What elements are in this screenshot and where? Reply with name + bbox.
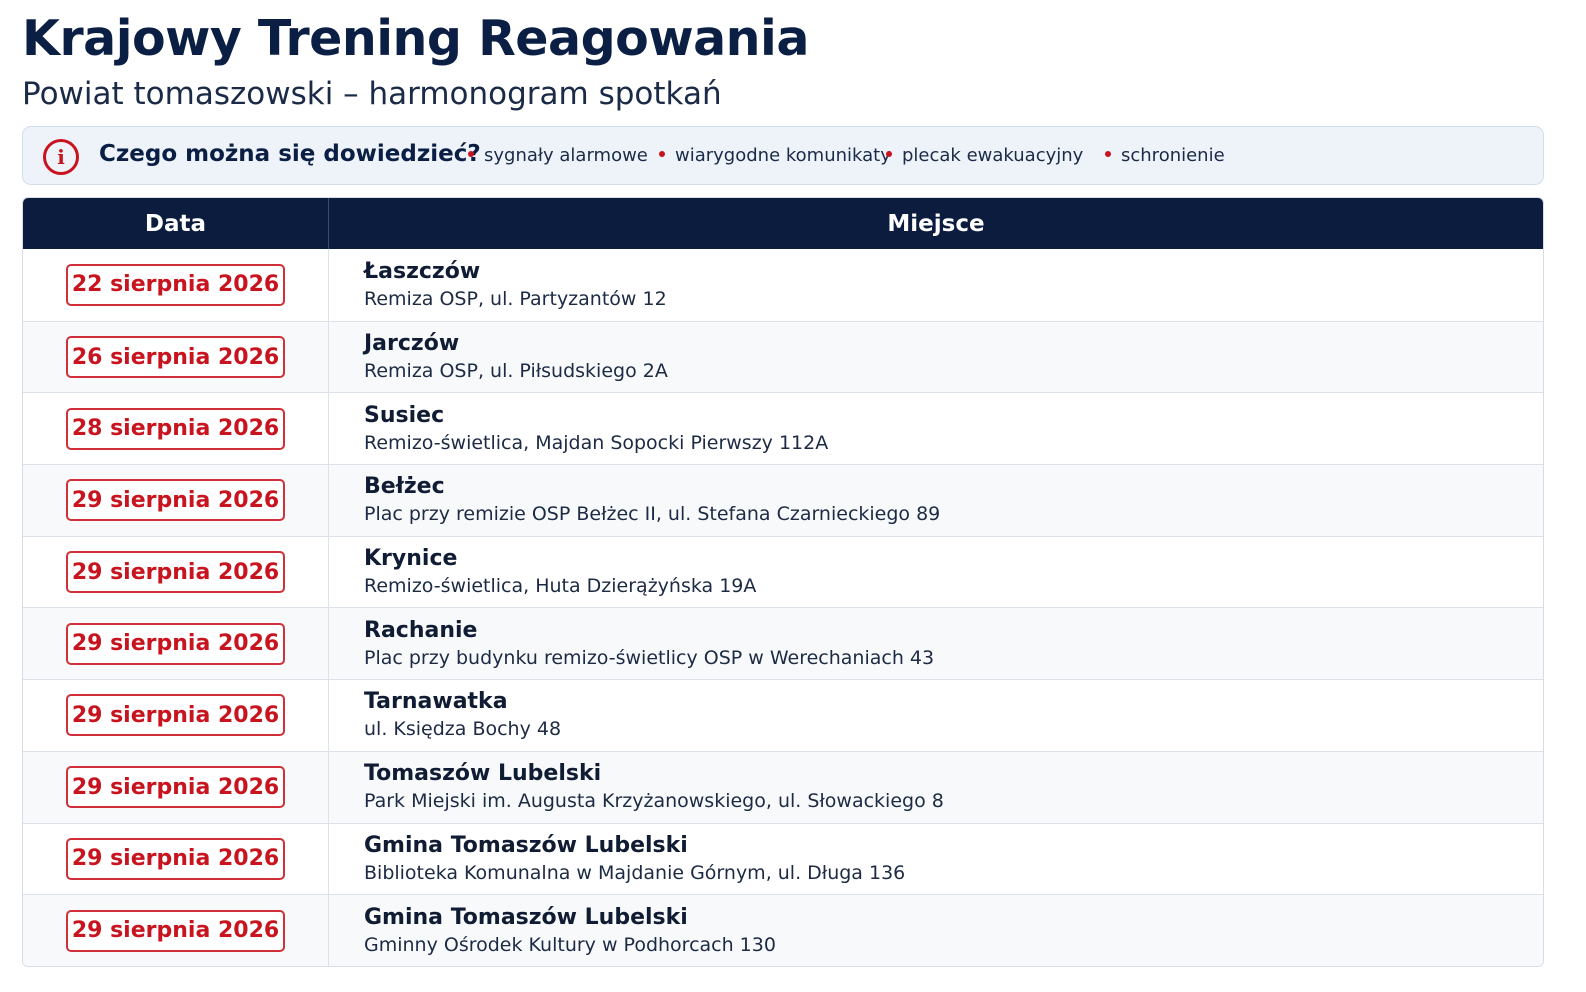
date-badge: 29 sierpnia 2026 <box>66 837 285 880</box>
place-name: Tomaszów Lubelski <box>364 761 602 787</box>
place-address: Remizo-świetlica, Huta Dzierążyńska 19A <box>364 575 757 598</box>
topic-item: sygnały alarmowe <box>468 145 648 166</box>
table-row: 29 sierpnia 2026 Gmina Tomaszów Lubelski… <box>23 822 1543 895</box>
place-address: ul. Księdza Bochy 48 <box>364 718 562 741</box>
date-badge: 28 sierpnia 2026 <box>66 407 285 450</box>
table-row: 29 sierpnia 2026 Krynice Remizo-świetlic… <box>23 535 1543 608</box>
page-title: Krajowy Trening Reagowania <box>22 10 809 67</box>
place-address: Gminny Ośrodek Kultury w Podhorcach 130 <box>364 933 776 956</box>
table-row: 22 sierpnia 2026 Łaszczów Remiza OSP, ul… <box>23 249 1543 321</box>
table-row: 29 sierpnia 2026 Tarnawatka ul. Księdza … <box>23 679 1543 751</box>
schedule-table: Data Miejsce 22 sierpnia 2026 Łaszczów R… <box>22 197 1544 967</box>
info-bar: i Czego można się dowiedzieć? sygnały al… <box>22 126 1544 185</box>
date-badge: 29 sierpnia 2026 <box>66 694 285 737</box>
topic-item: schronienie <box>1105 145 1225 166</box>
place-name: Jarczów <box>364 331 460 357</box>
table-header: Data Miejsce <box>23 198 1543 249</box>
date-badge: 29 sierpnia 2026 <box>66 479 285 522</box>
place-name: Gmina Tomaszów Lubelski <box>364 904 688 930</box>
place-address: Remiza OSP, ul. Piłsudskiego 2A <box>364 360 668 383</box>
table-row: 28 sierpnia 2026 Susiec Remizo-świetlica… <box>23 392 1543 465</box>
place-name: Rachanie <box>364 617 478 643</box>
column-header-date: Data <box>23 198 329 249</box>
bullet-icon <box>1105 151 1111 157</box>
place-address: Biblioteka Komunalna w Majdanie Górnym, … <box>364 861 906 884</box>
topic-item: wiarygodne komunikaty <box>659 145 891 166</box>
date-badge: 29 sierpnia 2026 <box>66 551 285 594</box>
table-body: 22 sierpnia 2026 Łaszczów Remiza OSP, ul… <box>23 249 1543 966</box>
bullet-icon <box>886 151 892 157</box>
table-row: 29 sierpnia 2026 Bełżec Plac przy remizi… <box>23 464 1543 536</box>
column-header-place: Miejsce <box>887 210 985 237</box>
bullet-icon <box>659 151 665 157</box>
date-badge: 22 sierpnia 2026 <box>66 263 285 306</box>
place-name: Łaszczów <box>364 258 481 284</box>
table-row: 29 sierpnia 2026 Tomaszów Lubelski Park … <box>23 750 1543 823</box>
info-question: Czego można się dowiedzieć? <box>99 141 481 167</box>
place-address: Plac przy remizie OSP Bełżec II, ul. Ste… <box>364 503 941 526</box>
date-badge: 29 sierpnia 2026 <box>66 622 285 665</box>
place-name: Susiec <box>364 402 445 428</box>
topic-item: plecak ewakuacyjny <box>886 145 1083 166</box>
place-name: Tarnawatka <box>364 689 508 715</box>
table-row: 26 sierpnia 2026 Jarczów Remiza OSP, ul.… <box>23 320 1543 393</box>
table-row: 29 sierpnia 2026 Gmina Tomaszów Lubelski… <box>23 894 1543 966</box>
date-badge: 29 sierpnia 2026 <box>66 766 285 809</box>
info-icon: i <box>43 139 79 175</box>
table-row: 29 sierpnia 2026 Rachanie Plac przy budy… <box>23 607 1543 680</box>
place-name: Krynice <box>364 546 458 572</box>
place-name: Bełżec <box>364 474 445 500</box>
date-badge: 29 sierpnia 2026 <box>66 909 285 952</box>
place-address: Plac przy budynku remizo-świetlicy OSP w… <box>364 646 935 669</box>
page-subtitle: Powiat tomaszowski – harmonogram spotkań <box>22 76 722 112</box>
place-address: Park Miejski im. Augusta Krzyżanowskiego… <box>364 790 944 813</box>
bullet-icon <box>468 151 474 157</box>
date-badge: 26 sierpnia 2026 <box>66 336 285 379</box>
place-address: Remiza OSP, ul. Partyzantów 12 <box>364 287 667 310</box>
place-address: Remizo-świetlica, Majdan Sopocki Pierwsz… <box>364 431 829 454</box>
place-name: Gmina Tomaszów Lubelski <box>364 832 688 858</box>
